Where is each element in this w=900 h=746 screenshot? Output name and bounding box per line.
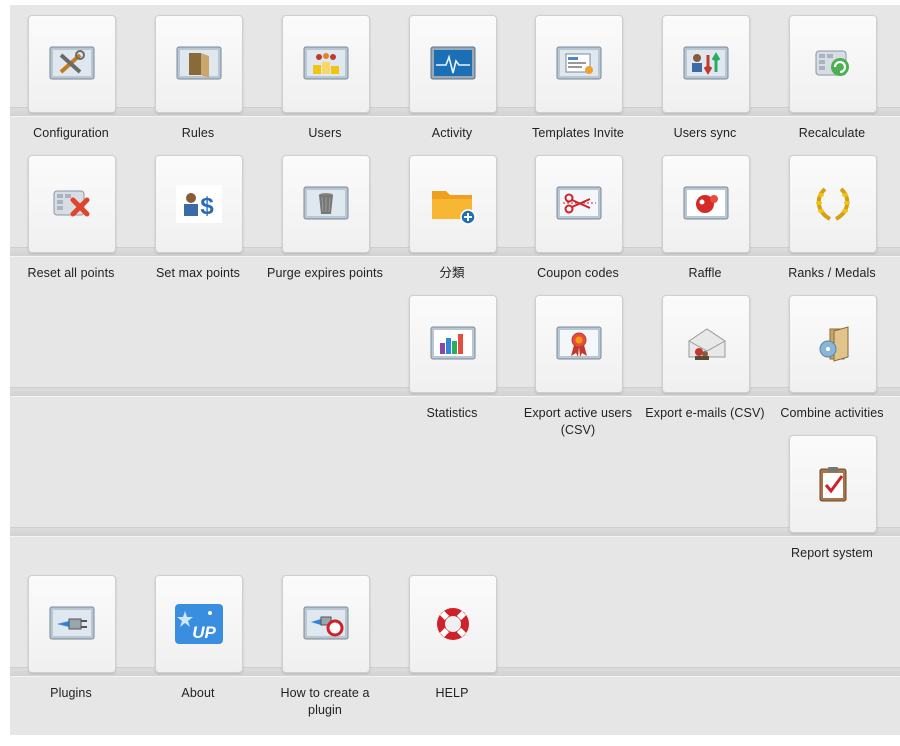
item-label: Statistics (426, 406, 478, 420)
folder-add-icon (432, 191, 476, 225)
templates-invite-item[interactable]: Templates Invite (523, 15, 633, 155)
item-label: How to create a plugin (280, 686, 370, 717)
item-label: Rules (181, 126, 215, 140)
item-label: Export e-mails (CSV) (645, 406, 765, 420)
ranks-medals-button[interactable] (789, 155, 877, 253)
statistics-chart-icon (430, 326, 476, 360)
purge-expires-points-button[interactable] (282, 155, 370, 253)
plugins-item[interactable]: Plugins (16, 575, 126, 715)
rules-button[interactable] (155, 15, 243, 113)
set-max-points-item[interactable]: $ Set max points (143, 155, 253, 295)
templates-invite-icon (556, 46, 602, 80)
item-label: 分類 (439, 266, 465, 280)
categories-item[interactable]: 分類 (397, 155, 507, 295)
help-lifebuoy-icon (437, 608, 469, 640)
item-label: Templates Invite (532, 126, 624, 140)
report-system-button[interactable] (789, 435, 877, 533)
set-max-points-button[interactable]: $ (155, 155, 243, 253)
statistics-button[interactable] (409, 295, 497, 393)
combine-activities-icon (819, 326, 849, 362)
configuration-button[interactable] (28, 15, 116, 113)
svg-text:$: $ (200, 193, 214, 220)
configuration-icon (49, 46, 95, 80)
users-group-icon (303, 46, 349, 80)
rules-book-icon (176, 46, 222, 80)
coupon-codes-item[interactable]: Coupon codes (523, 155, 633, 295)
item-label: Coupon codes (537, 266, 619, 280)
recalculate-icon (815, 50, 849, 76)
item-label: Users (308, 126, 342, 140)
plugins-button[interactable] (28, 575, 116, 673)
users-sync-button[interactable] (662, 15, 750, 113)
item-label: About (181, 686, 215, 700)
raffle-icon (683, 186, 729, 220)
users-sync-item[interactable]: Users sync (650, 15, 760, 155)
activity-item[interactable]: Activity (397, 15, 507, 155)
reset-all-points-button[interactable] (28, 155, 116, 253)
report-system-item[interactable]: Report system (777, 435, 887, 575)
recalculate-button[interactable] (789, 15, 877, 113)
help-button[interactable] (409, 575, 497, 673)
export-emails-item[interactable]: Export e-mails (CSV) (645, 295, 765, 435)
item-label: Reset all points (27, 266, 115, 280)
categories-button[interactable] (409, 155, 497, 253)
about-aup-logo-icon: UP (175, 604, 223, 644)
how-to-create-plugin-item[interactable]: How to create a plugin (270, 575, 380, 717)
export-users-ribbon-icon (556, 326, 602, 360)
coupon-codes-button[interactable] (535, 155, 623, 253)
combine-activities-button[interactable] (789, 295, 877, 393)
item-label: Activity (431, 126, 473, 140)
item-label: Set max points (155, 266, 241, 280)
item-label: Export active users (CSV) (523, 406, 633, 437)
raffle-button[interactable] (662, 155, 750, 253)
item-label: Purge expires points (267, 266, 383, 280)
statistics-item[interactable]: Statistics (397, 295, 507, 435)
export-active-users-button[interactable] (535, 295, 623, 393)
how-to-create-plugin-button[interactable] (282, 575, 370, 673)
ranks-medals-item[interactable]: Ranks / Medals (777, 155, 887, 295)
export-active-users-item[interactable]: Export active users (CSV) (523, 295, 633, 437)
activity-button[interactable] (409, 15, 497, 113)
templates-invite-button[interactable] (535, 15, 623, 113)
purge-expires-points-item[interactable]: Purge expires points (267, 155, 383, 295)
laurel-wreath-icon (816, 187, 850, 221)
item-label: Recalculate (798, 126, 866, 140)
item-label: Users sync (673, 126, 737, 140)
combine-activities-item[interactable]: Combine activities (777, 295, 887, 435)
item-label: Combine activities (780, 406, 884, 420)
reset-points-icon (53, 190, 90, 217)
set-max-points-icon: $ (176, 185, 222, 223)
configuration-item[interactable]: Configuration (16, 15, 126, 155)
coupon-scissors-icon (556, 186, 602, 220)
item-label: Report system (791, 546, 873, 560)
row-divider (10, 527, 900, 537)
users-item[interactable]: Users (270, 15, 380, 155)
export-emails-button[interactable] (662, 295, 750, 393)
about-logo-text: UP (192, 623, 216, 642)
help-item[interactable]: HELP (397, 575, 507, 715)
about-item[interactable]: UP About (143, 575, 253, 715)
rules-item[interactable]: Rules (143, 15, 253, 155)
users-button[interactable] (282, 15, 370, 113)
report-clipboard-icon (819, 467, 847, 502)
export-emails-icon (688, 328, 726, 360)
create-plugin-icon (303, 606, 349, 640)
users-sync-icon (683, 46, 729, 80)
item-label: Ranks / Medals (788, 266, 876, 280)
item-label: Plugins (50, 686, 92, 700)
recalculate-item[interactable]: Recalculate (777, 15, 887, 155)
activity-monitor-icon (430, 46, 476, 80)
plugins-icon (49, 606, 95, 640)
reset-all-points-item[interactable]: Reset all points (16, 155, 126, 295)
item-label: Raffle (688, 266, 722, 280)
about-button[interactable]: UP (155, 575, 243, 673)
item-label: HELP (435, 686, 469, 700)
item-label: Configuration (33, 126, 109, 140)
purge-trash-icon (303, 186, 349, 220)
raffle-item[interactable]: Raffle (650, 155, 760, 295)
